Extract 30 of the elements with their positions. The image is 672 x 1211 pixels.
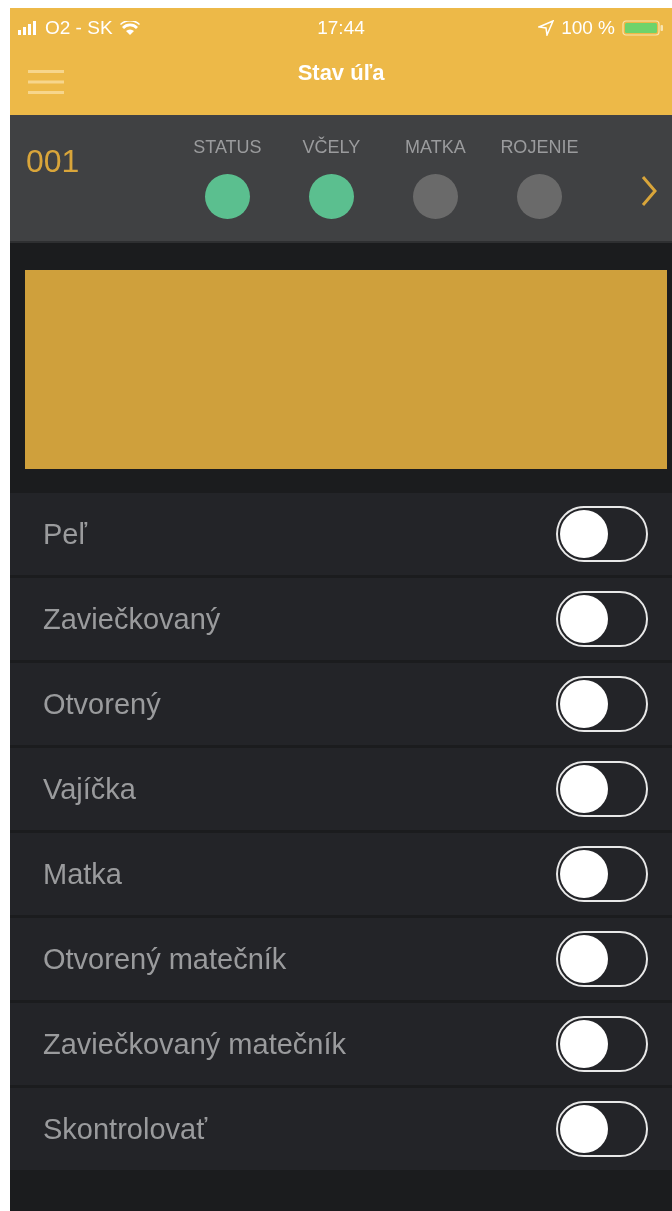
toggle-switch[interactable] [556,591,648,647]
switch-label: Skontrolovať [43,1112,208,1146]
toggle-switch[interactable] [556,761,648,817]
battery-icon [622,20,664,36]
indicator-label: MATKA [405,137,466,158]
toggle-switch[interactable] [556,931,648,987]
switch-label: Otvorený matečník [43,942,287,976]
switch-label: Vajíčka [43,772,136,806]
toggle-switch[interactable] [556,506,648,562]
indicator-label: STATUS [193,137,262,158]
hive-number: 001 [26,143,80,180]
location-icon [538,20,555,36]
chevron-right-icon[interactable] [640,175,658,207]
signal-icon [18,21,38,35]
wifi-icon [119,20,140,36]
indicator-label: ROJENIE [500,137,579,158]
switch-label: Peľ [43,517,87,551]
switch-label: Zaviečkovaný matečník [43,1027,346,1061]
battery-percent: 100 % [561,17,615,39]
indicator-label: VČELY [302,137,361,158]
toggle-switch[interactable] [556,846,648,902]
toggle-switch[interactable] [556,1101,648,1157]
toggle-switch[interactable] [556,1016,648,1072]
carrier-text: O2 - SK [45,17,113,39]
switch-label: Matka [43,857,122,891]
switch-label: Otvorený [43,687,161,721]
switch-label: Zaviečkovaný [43,602,221,636]
clock-text: 17:44 [317,17,365,39]
screen-title: Stav úľa [297,60,385,86]
toggle-switch[interactable] [556,676,648,732]
